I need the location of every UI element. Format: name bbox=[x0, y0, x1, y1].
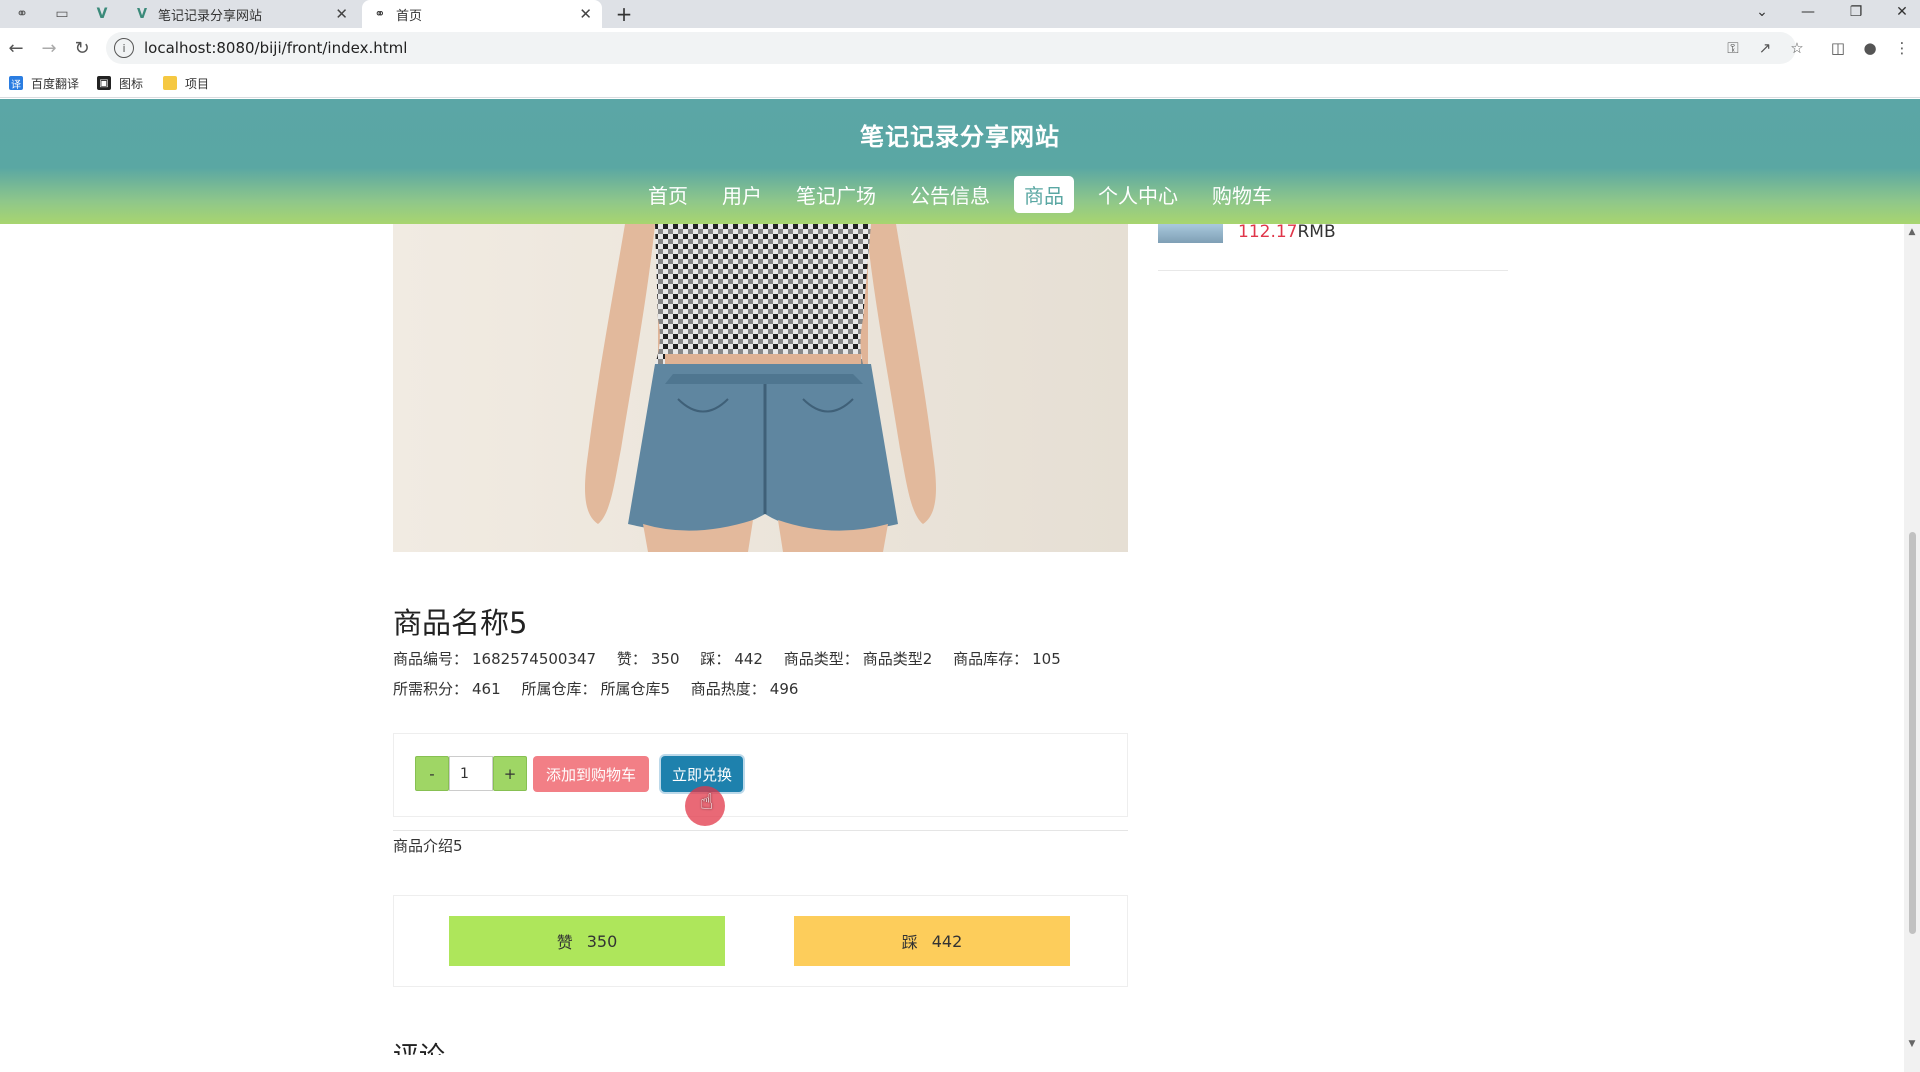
value-product-type: 商品类型2 bbox=[862, 650, 933, 668]
nav-products[interactable]: 商品 bbox=[1014, 176, 1074, 213]
tab-title: 首页 bbox=[396, 8, 423, 24]
bookmark-label: 图标 bbox=[119, 76, 144, 91]
bookmark-baidu-translate[interactable]: 译 百度翻译 bbox=[9, 74, 79, 92]
product-image bbox=[393, 224, 1128, 552]
like-button[interactable]: 赞 350 bbox=[449, 916, 725, 966]
share-icon[interactable]: ↗ bbox=[1753, 36, 1777, 60]
comments-heading: 评论 bbox=[393, 1037, 445, 1055]
recommended-product-price[interactable]: 112.17RMB bbox=[1238, 222, 1336, 242]
new-tab-button[interactable]: + bbox=[612, 0, 636, 28]
site-header: 笔记记录分享网站 首页 用户 笔记广场 公告信息 商品 个人中心 购物车 bbox=[0, 99, 1920, 224]
restore-icon[interactable]: ❐ bbox=[1836, 0, 1876, 24]
like-label: 赞 bbox=[556, 933, 573, 952]
dislike-button[interactable]: 踩 442 bbox=[794, 916, 1070, 966]
tab-title: 笔记记录分享网站 bbox=[158, 8, 263, 24]
bookmark-label: 百度翻译 bbox=[31, 76, 80, 91]
nav-announcements[interactable]: 公告信息 bbox=[900, 176, 1000, 213]
value-stock: 105 bbox=[1032, 650, 1061, 668]
sidebar-divider bbox=[1158, 270, 1508, 271]
bookmark-project[interactable]: 项目 bbox=[163, 74, 209, 92]
vue-logo-icon: V bbox=[136, 6, 148, 22]
product-photo bbox=[393, 224, 1128, 552]
value-likes: 350 bbox=[650, 650, 680, 668]
add-to-cart-button[interactable]: 添加到购物车 bbox=[533, 756, 649, 792]
label-stock: 商品库存： bbox=[953, 650, 1029, 668]
close-icon[interactable]: ✕ bbox=[335, 5, 348, 23]
minimize-icon[interactable]: — bbox=[1788, 0, 1828, 24]
like-count: 350 bbox=[586, 931, 618, 951]
image-icon: ▣ bbox=[97, 76, 111, 90]
label-points: 所需积分： bbox=[393, 680, 469, 698]
nav-cart[interactable]: 购物车 bbox=[1202, 176, 1282, 213]
globe-icon: ⚭ bbox=[374, 6, 386, 22]
tab-home[interactable]: ⚭ 首页 ✕ bbox=[362, 0, 602, 28]
nav-users[interactable]: 用户 bbox=[712, 176, 772, 213]
label-warehouse: 所属仓库： bbox=[521, 680, 597, 698]
value-popularity: 496 bbox=[769, 680, 799, 698]
back-icon[interactable]: ← bbox=[2, 34, 30, 62]
nav-personal-center[interactable]: 个人中心 bbox=[1088, 176, 1188, 213]
address-bar[interactable]: i localhost:8080/biji/front/index.html bbox=[106, 32, 1796, 64]
vote-box: 赞 350 踩 442 bbox=[393, 895, 1128, 987]
tab-search-icon[interactable]: ⌄ bbox=[1742, 0, 1782, 24]
site-title: 笔记记录分享网站 bbox=[860, 123, 1060, 151]
close-icon[interactable]: ✕ bbox=[579, 5, 592, 23]
browser-toolbar: ← → ↻ i localhost:8080/biji/front/index.… bbox=[0, 28, 1920, 68]
baidu-translate-icon: 译 bbox=[9, 76, 23, 91]
product-intro: 商品介绍5 bbox=[393, 837, 463, 855]
label-popularity: 商品热度： bbox=[690, 680, 766, 698]
scrollbar-thumb[interactable] bbox=[1909, 532, 1916, 934]
vue-logo-icon[interactable]: V bbox=[90, 0, 114, 28]
label-dislikes: 踩： bbox=[700, 650, 731, 668]
label-likes: 赞： bbox=[616, 650, 647, 668]
address-url[interactable]: localhost:8080/biji/front/index.html bbox=[144, 39, 407, 57]
quantity-increase-button[interactable]: + bbox=[493, 756, 527, 791]
value-warehouse: 所属仓库5 bbox=[600, 680, 670, 698]
menu-icon[interactable]: ⋮ bbox=[1890, 36, 1914, 60]
label-product-number: 商品编号： bbox=[393, 650, 469, 668]
label-product-type: 商品类型： bbox=[783, 650, 859, 668]
tab-notes-site[interactable]: V 笔记记录分享网站 ✕ bbox=[124, 0, 358, 28]
key-icon[interactable]: ⚿ bbox=[1721, 36, 1745, 60]
product-title: 商品名称5 bbox=[393, 606, 528, 640]
bookmarks-bar: 译 百度翻译 ▣ 图标 项目 bbox=[0, 68, 1920, 98]
quantity-decrease-button[interactable]: - bbox=[415, 756, 449, 791]
value-points: 461 bbox=[472, 680, 501, 698]
star-icon[interactable]: ☆ bbox=[1785, 36, 1809, 60]
reload-icon[interactable]: ↻ bbox=[68, 34, 96, 62]
product-meta-line-1: 商品编号： 1682574500347 赞： 350 踩： 442 商品类型： 商品类型… bbox=[393, 648, 1077, 669]
dislike-count: 442 bbox=[931, 931, 963, 951]
price-value: 112.17 bbox=[1238, 222, 1298, 242]
window-close-icon[interactable]: ✕ bbox=[1882, 0, 1920, 24]
site-info-icon[interactable]: i bbox=[114, 38, 134, 58]
nav-notes-square[interactable]: 笔记广场 bbox=[786, 176, 886, 213]
divider bbox=[393, 830, 1128, 831]
product-meta-line-2: 所需积分： 461 所属仓库： 所属仓库5 商品热度： 496 bbox=[393, 678, 814, 699]
hand-cursor-icon: ☝ bbox=[700, 790, 714, 815]
forward-icon[interactable]: → bbox=[35, 34, 63, 62]
side-panel-icon[interactable]: ◫ bbox=[1826, 36, 1850, 60]
globe-icon[interactable]: ⚭ bbox=[10, 0, 34, 28]
scroll-down-arrow-icon[interactable]: ▼ bbox=[1904, 1036, 1920, 1052]
profile-icon[interactable]: ● bbox=[1858, 36, 1882, 60]
blank-page-icon[interactable]: ▭ bbox=[50, 0, 74, 28]
bookmark-icons[interactable]: ▣ 图标 bbox=[97, 74, 143, 92]
main-nav: 首页 用户 笔记广场 公告信息 商品 个人中心 购物车 bbox=[0, 176, 1920, 213]
scroll-up-arrow-icon[interactable]: ▲ bbox=[1904, 224, 1920, 240]
dislike-label: 踩 bbox=[901, 933, 918, 952]
folder-icon bbox=[163, 76, 177, 90]
quantity-input[interactable]: 1 bbox=[449, 756, 493, 791]
nav-home[interactable]: 首页 bbox=[638, 176, 698, 213]
recommended-product-thumbnail[interactable] bbox=[1158, 224, 1223, 243]
price-unit: RMB bbox=[1297, 222, 1336, 242]
value-product-number: 1682574500347 bbox=[472, 650, 597, 668]
value-dislikes: 442 bbox=[734, 650, 763, 668]
browser-tab-strip: ⚭ ▭ V V 笔记记录分享网站 ✕ ⚭ 首页 ✕ + ⌄ — ❐ ✕ bbox=[0, 0, 1920, 28]
bookmark-label: 项目 bbox=[185, 76, 210, 91]
